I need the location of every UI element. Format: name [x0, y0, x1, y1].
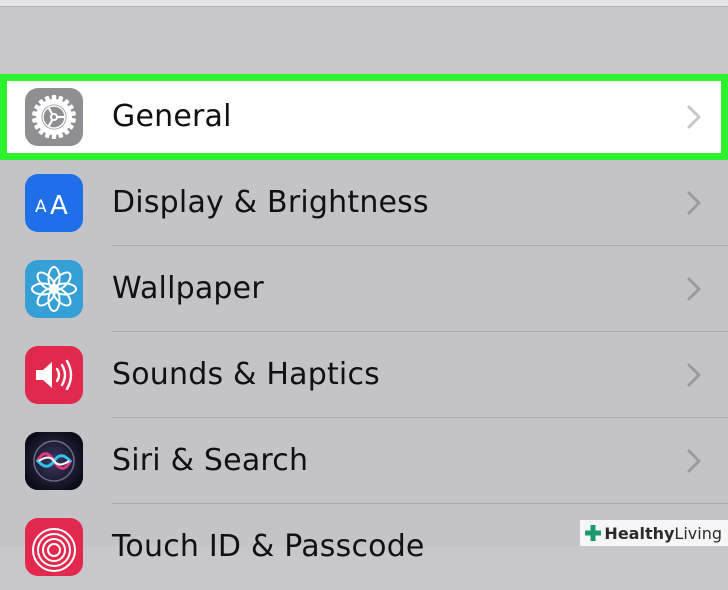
settings-row-label: Siri & Search — [112, 443, 309, 478]
healthy-living-watermark: Healthy Living — [580, 520, 728, 546]
svg-text:A: A — [50, 191, 68, 221]
chevron-right-icon — [687, 363, 701, 387]
watermark-bold: Healthy — [604, 523, 675, 543]
settings-row-label: General — [112, 99, 232, 134]
settings-row-label: Wallpaper — [112, 271, 264, 306]
settings-row-wallpaper[interactable]: Wallpaper — [0, 246, 728, 332]
section-divider — [0, 6, 728, 7]
settings-row-sounds-haptics[interactable]: Sounds & Haptics — [0, 332, 728, 418]
chevron-right-icon — [687, 449, 701, 473]
settings-row-display-brightness[interactable]: A A Display & Brightness — [0, 160, 728, 246]
svg-text:A: A — [35, 197, 47, 217]
fingerprint-icon — [25, 518, 83, 576]
settings-row-label: Sounds & Haptics — [112, 357, 380, 392]
chevron-right-icon — [687, 105, 701, 129]
settings-row-siri-search[interactable]: Siri & Search — [0, 418, 728, 504]
plus-icon — [585, 525, 602, 541]
settings-row-label: Display & Brightness — [112, 185, 429, 220]
siri-icon — [25, 432, 83, 490]
chevron-right-icon — [687, 277, 701, 301]
settings-row-label: Touch ID & Passcode — [112, 529, 425, 564]
text-size-icon: A A — [25, 174, 83, 232]
settings-row-general[interactable]: General — [0, 74, 728, 160]
settings-row-touch-id-passcode[interactable]: Touch ID & Passcode — [0, 504, 728, 590]
chevron-right-icon — [687, 191, 701, 215]
watermark-light: Living — [674, 523, 722, 543]
speaker-icon — [25, 346, 83, 404]
flower-icon — [25, 260, 83, 318]
gear-icon — [25, 88, 83, 146]
